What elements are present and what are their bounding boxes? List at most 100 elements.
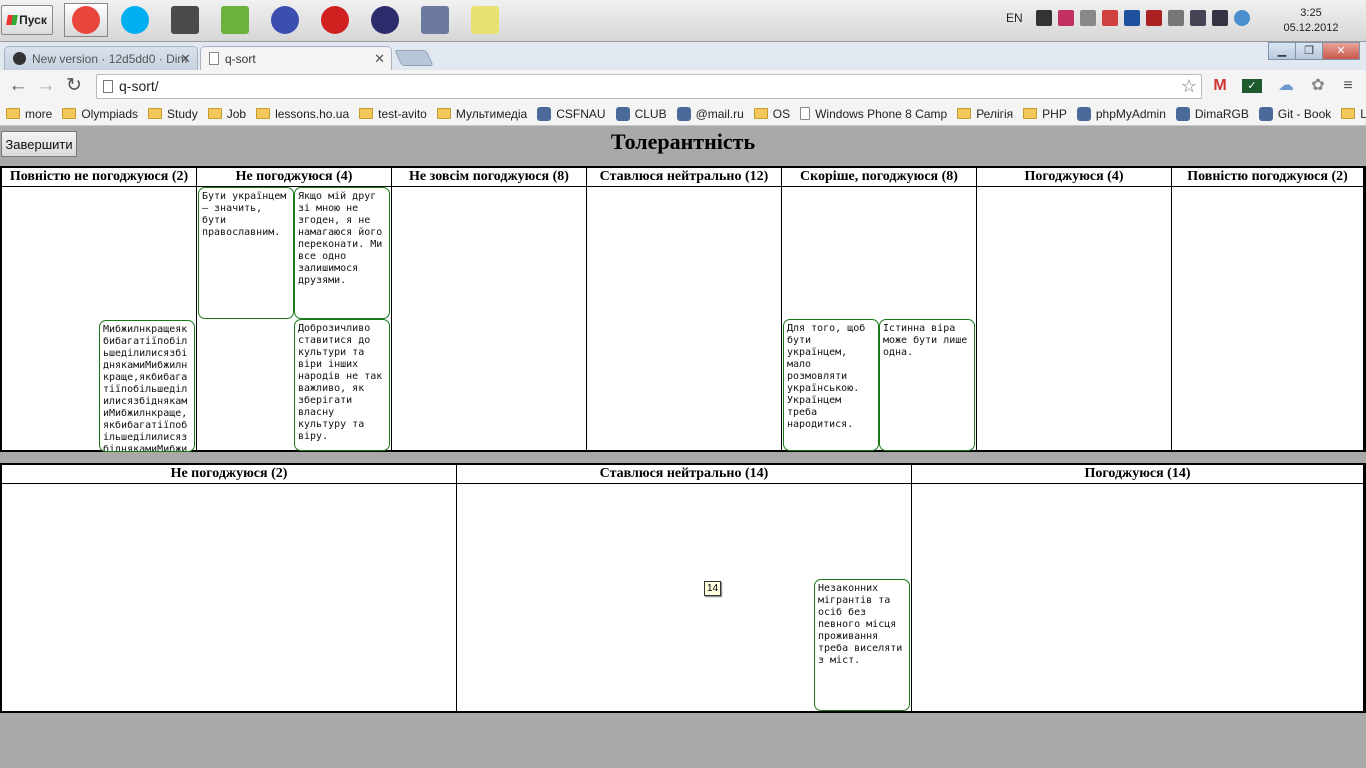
bookmark-item[interactable]: Study <box>148 104 198 124</box>
chrome-taskbar-button[interactable] <box>64 3 108 37</box>
tray-icon[interactable] <box>1080 10 1096 26</box>
q-sort-column[interactable]: Не зовсім погоджуюся (8) <box>392 168 587 450</box>
close-window-button[interactable]: ✕ <box>1322 42 1360 60</box>
site-icon <box>615 106 630 121</box>
back-button[interactable]: ← <box>6 74 30 98</box>
site-icon <box>1258 106 1273 121</box>
library-taskbar-button[interactable] <box>313 3 357 37</box>
cloud-icon[interactable]: ☁ <box>1276 76 1296 96</box>
tray-icon[interactable] <box>1168 10 1184 26</box>
q-sort-column[interactable]: Ставлюся нейтрально (12) <box>587 168 782 450</box>
clock-date: 05.12.2012 <box>1283 22 1339 34</box>
taskbar: Пуск EN 3:25 05.12.2012 <box>0 0 1366 42</box>
eclipse-taskbar-button[interactable] <box>363 3 407 37</box>
page-content: Толерантність Завершити Повністю не пого… <box>0 127 1366 768</box>
bookmark-label: Job <box>226 106 247 121</box>
bookmark-item[interactable]: CLUB <box>615 104 667 124</box>
statement-card[interactable]: Мибжилнкращеякбибагатіїпобільшеділилисяз… <box>99 320 195 452</box>
finish-button[interactable]: Завершити <box>1 131 77 157</box>
sublime-icon <box>171 6 199 34</box>
column-header: Погоджуюся (14) <box>912 465 1363 484</box>
address-bar[interactable]: q-sort/ ☆ <box>96 74 1202 99</box>
bookmark-item[interactable]: Olympiads <box>62 104 138 124</box>
bookmark-item[interactable]: Job <box>207 104 247 124</box>
notepad-plus-taskbar-button[interactable] <box>213 3 257 37</box>
close-tab-icon[interactable]: ✕ <box>180 51 191 67</box>
tab-strip: New version · 12d5dd0 · Dim ✕ q-sort ✕ ▁… <box>0 42 1366 70</box>
bookmark-item[interactable]: PHP <box>1023 104 1067 124</box>
sticky-notes-icon <box>471 6 499 34</box>
q-sort-column[interactable]: Погоджуюся (14) <box>912 465 1364 711</box>
bookmark-item[interactable]: test-avito <box>359 104 427 124</box>
bookmark-item[interactable]: lessons.ho.ua <box>256 104 349 124</box>
bookmark-item[interactable]: CSFNAU <box>537 104 606 124</box>
bookmark-label: phpMyAdmin <box>1095 106 1166 121</box>
bookmark-item[interactable]: Git - Book <box>1258 104 1331 124</box>
clock[interactable]: 3:25 05.12.2012 <box>1276 6 1346 36</box>
bookmark-item[interactable]: Мультимедіа <box>436 104 527 124</box>
statement-card[interactable]: Незаконних мігрантів та осіб без певного… <box>814 579 910 711</box>
q-sort-column[interactable]: Погоджуюся (4) <box>977 168 1172 450</box>
tray-icon[interactable] <box>1190 10 1206 26</box>
restore-button[interactable]: ❐ <box>1295 42 1323 60</box>
bookmark-label: test-avito <box>378 106 427 121</box>
statement-card[interactable]: Для того, щоб бути українцем, мало розмо… <box>783 319 879 451</box>
new-tab-button[interactable] <box>394 50 434 66</box>
chrome-icon <box>72 6 100 34</box>
tray-icon[interactable] <box>1212 10 1228 26</box>
tab-title: New version · 12d5dd0 · Dim <box>32 51 188 66</box>
tray-icon[interactable] <box>1124 10 1140 26</box>
url-text: q-sort/ <box>119 78 159 94</box>
folder-icon <box>1341 108 1356 119</box>
tray-icon[interactable] <box>1234 10 1250 26</box>
bookmarks-bar: more Olympiads Study Job lessons.ho.ua test-a… <box>0 102 1366 126</box>
start-button[interactable]: Пуск <box>1 5 53 35</box>
skype-taskbar-button[interactable] <box>113 3 157 37</box>
flag-icon[interactable]: ✓ <box>1242 79 1262 93</box>
folder-icon <box>753 108 768 119</box>
tray-icon[interactable] <box>1146 10 1162 26</box>
site-icon <box>1076 106 1091 121</box>
site-icon <box>676 106 691 121</box>
q-sort-grid-top: Повністю не погоджуюся (2) Не погоджуюся … <box>0 166 1366 452</box>
bookmark-label: @mail.ru <box>695 106 744 121</box>
bookmark-item[interactable]: Windows Phone 8 Camp <box>800 104 947 124</box>
bookmark-star-icon[interactable]: ☆ <box>1181 75 1197 98</box>
statement-card[interactable]: Істинна віра може бути лише одна. <box>879 319 975 451</box>
bookmark-item[interactable]: more <box>6 104 52 124</box>
statement-card[interactable]: Бути українцем – значить, бути православ… <box>198 187 294 319</box>
statement-card[interactable]: Доброзичливо ставитися до культури та ві… <box>294 319 390 451</box>
minimize-button[interactable]: ▁ <box>1268 42 1296 60</box>
sublime-taskbar-button[interactable] <box>163 3 207 37</box>
folder-icon <box>1023 108 1038 119</box>
q-sort-column[interactable]: Повністю погоджуюся (2) <box>1172 168 1364 450</box>
bookmark-item[interactable]: phpMyAdmin <box>1076 104 1166 124</box>
browser-tab-active[interactable]: q-sort ✕ <box>200 46 392 70</box>
q-sort-column[interactable]: Не погоджуюся (2) <box>2 465 457 711</box>
browser-tab[interactable]: New version · 12d5dd0 · Dim ✕ <box>4 46 198 70</box>
folder-icon <box>256 108 271 119</box>
tray-icon[interactable] <box>1058 10 1074 26</box>
reload-button[interactable]: ↻ <box>62 74 86 98</box>
close-tab-icon[interactable]: ✕ <box>374 51 385 67</box>
page-icon <box>209 52 219 65</box>
bookmark-item[interactable]: DimaRGB <box>1175 104 1249 124</box>
forward-button[interactable]: → <box>34 74 58 98</box>
gmail-icon[interactable]: M <box>1210 76 1230 96</box>
site-icon <box>1175 106 1190 121</box>
tray-icon[interactable] <box>1102 10 1118 26</box>
language-indicator[interactable]: EN <box>1006 11 1023 25</box>
column-header: Повністю не погоджуюся (2) <box>2 168 196 187</box>
bookmark-item[interactable]: @mail.ru <box>676 104 744 124</box>
infinity-taskbar-button[interactable] <box>263 3 307 37</box>
count-tooltip: 14 <box>704 581 721 596</box>
php-editor-taskbar-button[interactable] <box>413 3 457 37</box>
statement-card[interactable]: Якщо мій друг зі мною не згоден, я не на… <box>294 187 390 319</box>
bookmark-item[interactable]: L <box>1341 104 1366 124</box>
bookmark-item[interactable]: Релігія <box>957 104 1013 124</box>
menu-icon[interactable]: ≡ <box>1338 76 1358 96</box>
sticky-notes-taskbar-button[interactable] <box>463 3 507 37</box>
bookmark-item[interactable]: OS <box>753 104 790 124</box>
tray-icon[interactable] <box>1036 10 1052 26</box>
paw-icon[interactable]: ✿ <box>1308 76 1328 96</box>
